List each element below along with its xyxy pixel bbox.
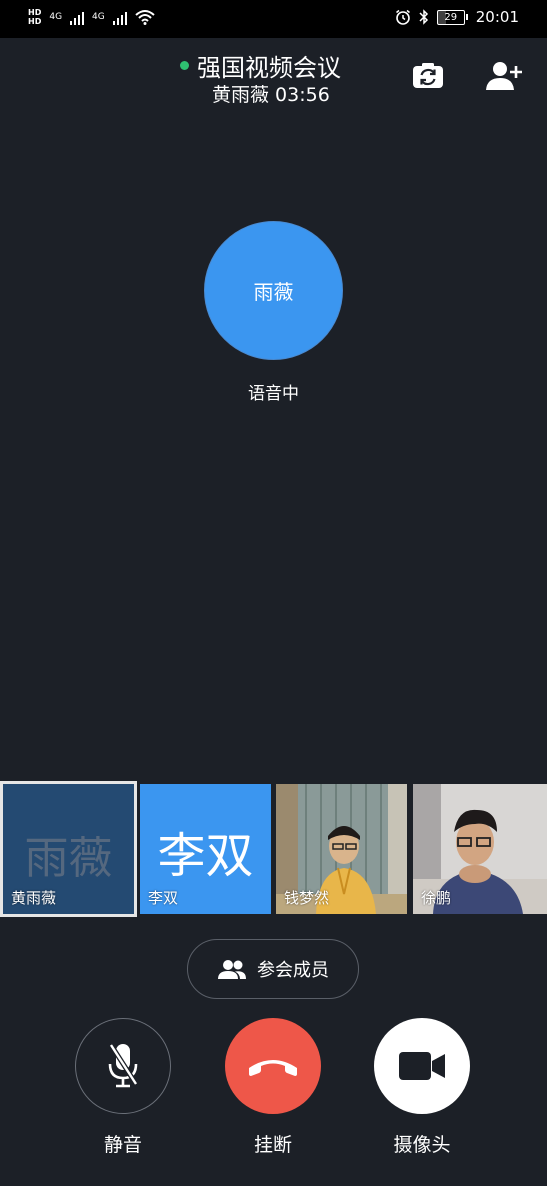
- camera-switch-icon: [413, 63, 443, 88]
- bluetooth-icon: [419, 9, 428, 25]
- clock: 20:01: [475, 8, 519, 26]
- participant-tile[interactable]: 李双 李双: [140, 784, 271, 914]
- participant-name: 李双: [148, 889, 179, 907]
- mute-label: 静音: [103, 1134, 142, 1156]
- speaker-duration: 黄雨薇 03:56: [212, 84, 330, 106]
- participant-name: 黄雨薇: [11, 889, 57, 907]
- phone-hangup-icon: [249, 1060, 297, 1076]
- hangup-button[interactable]: [225, 1018, 321, 1114]
- hd-badge: HD HD: [28, 8, 41, 26]
- participant-avatar-text: 雨薇: [24, 833, 113, 884]
- camera-switch-button[interactable]: [410, 58, 446, 94]
- participant-tile[interactable]: 徐鹏: [413, 784, 547, 914]
- participant-name: 钱梦然: [284, 889, 330, 907]
- participant-tile[interactable]: 钱梦然: [276, 784, 407, 914]
- mute-button[interactable]: [75, 1018, 171, 1114]
- status-right: 29 20:01: [395, 8, 519, 26]
- hangup-control: 挂断: [224, 1018, 322, 1157]
- hangup-label: 挂断: [253, 1134, 292, 1156]
- members-button-label: 参会成员: [257, 960, 329, 981]
- hd-label-bottom: HD: [28, 17, 42, 26]
- participant-strip: 雨薇 黄雨薇 李双 李双 钱梦然 徐鹏: [0, 781, 547, 917]
- hd-label-top: HD: [28, 8, 42, 17]
- speaker-status: 语音中: [248, 384, 299, 404]
- call-header: 强国视频会议 黄雨薇 03:56: [0, 40, 547, 110]
- participant-tile[interactable]: 雨薇 黄雨薇: [0, 781, 137, 917]
- camera-control: 摄像头: [373, 1018, 471, 1157]
- network-label-1: 4G: [49, 12, 63, 22]
- network-label-2: 4G: [92, 12, 105, 22]
- battery-level: 29: [436, 9, 465, 25]
- video-camera-icon: [399, 1052, 445, 1080]
- battery-icon: 29: [436, 9, 468, 25]
- title-row: 强国视频会议: [180, 48, 341, 83]
- participant-avatar-text: 李双: [157, 828, 254, 884]
- page-title: 强国视频会议: [197, 54, 341, 82]
- signal-icon: [112, 9, 127, 25]
- status-left: HD HD 4G 4G: [28, 8, 155, 26]
- wifi-icon: [135, 10, 155, 25]
- members-icon: [218, 960, 246, 979]
- add-user-icon: [486, 62, 522, 90]
- members-button[interactable]: 参会成员: [187, 939, 359, 999]
- camera-label: 摄像头: [393, 1134, 451, 1156]
- mic-off-icon: [108, 1043, 139, 1088]
- mute-control: 静音: [74, 1018, 172, 1157]
- participant-name: 徐鹏: [421, 889, 452, 907]
- active-speaker-avatar: 雨薇: [204, 221, 343, 360]
- connected-dot: [180, 61, 189, 70]
- status-bar: HD HD 4G 4G 29 20:01: [0, 0, 547, 38]
- add-user-button[interactable]: [485, 58, 522, 94]
- alarm-icon: [395, 9, 410, 25]
- signal-icon: [70, 9, 85, 25]
- camera-toggle-button[interactable]: [374, 1018, 470, 1114]
